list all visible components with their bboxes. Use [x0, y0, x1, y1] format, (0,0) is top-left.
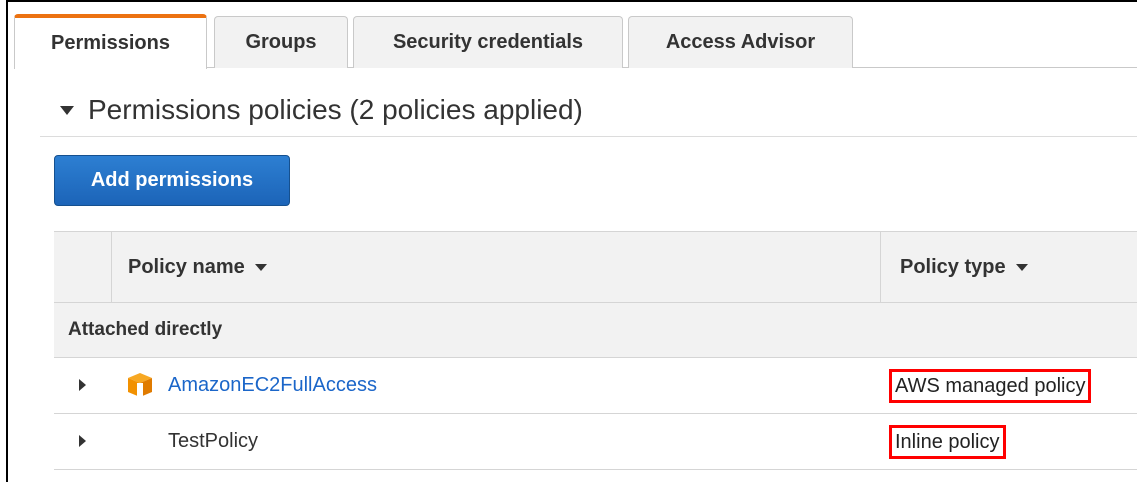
policy-type-cell: AWS managed policy	[889, 358, 1092, 413]
section-title: Permissions policies (2 policies applied…	[88, 94, 583, 125]
policy-type-cell: Inline policy	[889, 414, 1006, 469]
button-label: Add permissions	[90, 169, 254, 191]
tab-access-advisor[interactable]: Access Advisor	[628, 16, 853, 68]
permissions-policies-header[interactable]: Permissions policies (2 policies applied…	[60, 94, 583, 126]
tab-permissions[interactable]: Permissions	[14, 14, 207, 69]
group-label: Attached directly	[68, 319, 223, 340]
aws-managed-policy-icon	[128, 373, 152, 397]
add-permissions-button[interactable]: Add permissions	[54, 155, 290, 206]
section-divider	[40, 136, 1137, 137]
tab-security-credentials[interactable]: Security credentials	[353, 16, 623, 68]
group-row: Attached directly	[54, 303, 1137, 358]
tab-label: Access Advisor	[665, 31, 816, 53]
tab-label: Permissions	[51, 32, 170, 54]
column-separator	[111, 232, 112, 302]
collapse-caret-icon[interactable]	[60, 105, 74, 115]
column-header-policy-type[interactable]: Policy type	[900, 232, 1028, 302]
column-separator	[880, 232, 881, 302]
expand-row-icon[interactable]	[79, 435, 86, 447]
tab-label: Security credentials	[392, 31, 584, 53]
expand-row-icon[interactable]	[79, 379, 86, 391]
sort-caret-icon	[1015, 263, 1028, 271]
policy-name: TestPolicy	[168, 430, 259, 452]
sort-caret-icon	[254, 263, 267, 271]
column-label: Policy name	[128, 255, 245, 278]
tab-groups[interactable]: Groups	[214, 16, 348, 68]
policy-name-link[interactable]: AmazonEC2FullAccess	[168, 358, 377, 413]
tab-label: Groups	[245, 31, 317, 53]
column-header-policy-name[interactable]: Policy name	[128, 232, 267, 302]
table-row: AmazonEC2FullAccess AWS managed policy	[54, 358, 1137, 414]
policy-type-value: Inline policy	[889, 424, 1006, 459]
table-row: TestPolicy Inline policy	[54, 414, 1137, 470]
tab-bar: Permissions Groups Security credentials …	[14, 14, 1137, 69]
column-label: Policy type	[900, 255, 1006, 278]
table-header: Policy name Policy type	[54, 231, 1137, 303]
policies-table: Policy name Policy type Attached directl…	[54, 231, 1137, 470]
policy-type-value: AWS managed policy	[889, 368, 1092, 403]
